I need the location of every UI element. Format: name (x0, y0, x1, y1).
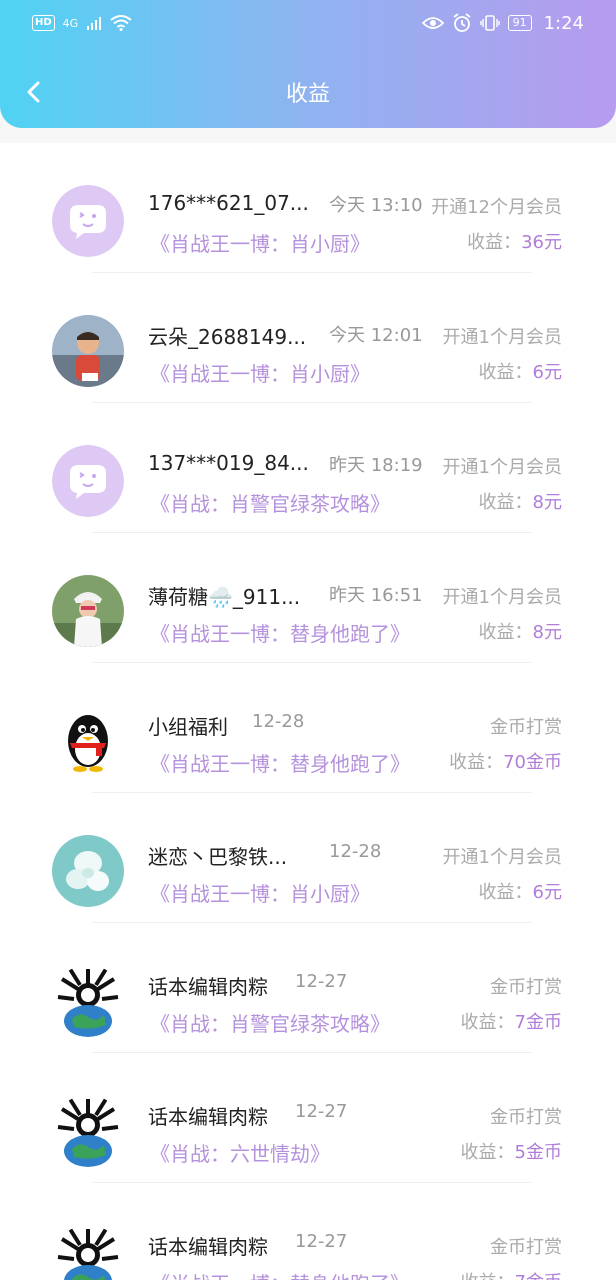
income: 收益：6元 (479, 358, 562, 384)
income-value: 8元 (532, 622, 562, 643)
income-value: 8元 (532, 492, 562, 513)
book-title: 《肖战王一博：替身他跑了》 (150, 622, 410, 646)
user-avatar (52, 315, 124, 387)
book-title: 《肖战王一博：替身他跑了》 (150, 1268, 410, 1280)
header-bar: HD 4G 91 1:24 收益 (0, 0, 616, 128)
book-title: 《肖战王一博：肖小厨》 (150, 232, 370, 256)
income-label: 收益： (478, 622, 533, 643)
income-value: 7金币 (514, 1012, 562, 1033)
user-avatar (52, 575, 124, 647)
income-label: 收益： (478, 492, 533, 513)
chat-bubble-icon (52, 445, 124, 517)
list-item[interactable]: 迷恋丶巴黎铁... 12-28 开通1个月会员 《肖战王一博：肖小厨》 收益：6… (0, 793, 616, 923)
user-name: 云朵_2688149... (148, 325, 307, 349)
nav-bar: 收益 (0, 64, 616, 120)
book-title: 《肖战：肖警官绿茶攻略》 (150, 1012, 390, 1036)
income-value: 5金币 (514, 1142, 562, 1163)
penguin-icon (52, 705, 124, 777)
user-name: 话本编辑肉粽 (148, 1235, 268, 1259)
book-title: 《肖战：肖警官绿茶攻略》 (150, 492, 390, 516)
battery-level: 91 (507, 15, 532, 31)
status-bar: HD 4G 91 1:24 (0, 0, 616, 46)
income-value: 36元 (521, 232, 562, 253)
vibrate-icon (479, 15, 500, 31)
user-name: 176***621_07... (148, 191, 309, 215)
list-item[interactable]: 云朵_2688149... 今天 12:01 开通1个月会员 《肖战王一博：肖小… (0, 273, 616, 403)
user-name: 迷恋丶巴黎铁... (148, 845, 288, 869)
user-avatar (52, 835, 124, 907)
income-label: 收益： (478, 362, 533, 383)
order-type: 开通1个月会员 (442, 587, 562, 608)
globe-icon (52, 1225, 124, 1280)
income-value: 70金币 (503, 752, 562, 773)
order-type: 开通1个月会员 (442, 327, 562, 348)
order-time: 昨天 16:51 (329, 585, 423, 606)
order-time: 12-27 (295, 971, 348, 992)
globe-icon (52, 1095, 124, 1167)
eye-icon (421, 17, 444, 29)
income: 收益：7金币 (461, 1268, 562, 1280)
income-label: 收益： (449, 752, 504, 773)
clock: 1:24 (543, 12, 584, 34)
income: 收益：7金币 (461, 1008, 562, 1034)
signal-bars-icon (87, 17, 102, 30)
list-item[interactable]: 137***019_84... 昨天 18:19 开通1个月会员 《肖战：肖警官… (0, 403, 616, 533)
order-time: 今天 13:10 (329, 195, 423, 216)
income: 收益：36元 (467, 228, 562, 254)
income-label: 收益： (461, 1272, 515, 1280)
earnings-list: 176***621_07... 今天 13:10 开通12个月会员 《肖战王一博… (0, 143, 616, 1280)
book-title: 《肖战王一博：肖小厨》 (150, 882, 370, 906)
book-title: 《肖战：六世情劫》 (150, 1142, 330, 1166)
order-type: 金币打赏 (490, 977, 562, 998)
income: 收益：5金币 (461, 1138, 562, 1164)
wifi-icon (110, 15, 132, 31)
user-name: 137***019_84... (148, 451, 309, 475)
order-type: 开通12个月会员 (431, 197, 562, 218)
order-time: 12-27 (295, 1231, 348, 1252)
income-value: 6元 (532, 362, 562, 383)
alarm-icon (453, 13, 471, 32)
order-time: 12-27 (295, 1101, 348, 1122)
list-item[interactable]: 话本编辑肉粽 12-27 金币打赏 《肖战王一博：替身他跑了》 收益：7金币 (0, 1183, 616, 1280)
income: 收益：8元 (479, 618, 562, 644)
income-value: 7金币 (515, 1272, 562, 1280)
order-time: 12-28 (329, 841, 382, 862)
order-type: 金币打赏 (490, 1237, 562, 1258)
book-title: 《肖战王一博：肖小厨》 (150, 362, 370, 386)
list-item[interactable]: 176***621_07... 今天 13:10 开通12个月会员 《肖战王一博… (0, 143, 616, 273)
income-value: 6元 (532, 882, 562, 903)
income: 收益：6元 (479, 878, 562, 904)
income-label: 收益： (467, 232, 522, 253)
income: 收益：70金币 (449, 748, 562, 774)
list-item[interactable]: 话本编辑肉粽 12-27 金币打赏 《肖战：六世情劫》 收益：5金币 (0, 1053, 616, 1183)
signal-label: 4G (62, 16, 79, 30)
user-name: 薄荷糖🌧️_911... (148, 585, 301, 609)
income-label: 收益： (478, 882, 533, 903)
back-arrow-icon[interactable] (20, 78, 48, 106)
order-time: 昨天 18:19 (329, 455, 423, 476)
chat-bubble-icon (52, 185, 124, 257)
user-name: 话本编辑肉粽 (148, 1105, 268, 1129)
list-item[interactable]: 小组福利 12-28 金币打赏 《肖战王一博：替身他跑了》 收益：70金币 (0, 663, 616, 793)
book-title: 《肖战王一博：替身他跑了》 (150, 752, 410, 776)
order-type: 金币打赏 (490, 1107, 562, 1128)
page-title: 收益 (285, 82, 330, 107)
income: 收益：8元 (479, 488, 562, 514)
list-item[interactable]: 薄荷糖🌧️_911... 昨天 16:51 开通1个月会员 《肖战王一博：替身他… (0, 533, 616, 663)
user-name: 小组福利 (148, 715, 228, 739)
order-type: 开通1个月会员 (442, 847, 562, 868)
order-type: 开通1个月会员 (442, 457, 562, 478)
order-time: 12-28 (252, 711, 305, 732)
income-label: 收益： (460, 1142, 515, 1163)
hd-badge: HD (32, 15, 55, 31)
globe-icon (52, 965, 124, 1037)
order-time: 今天 12:01 (329, 325, 423, 346)
user-name: 话本编辑肉粽 (148, 975, 268, 999)
list-item[interactable]: 话本编辑肉粽 12-27 金币打赏 《肖战：肖警官绿茶攻略》 收益：7金币 (0, 923, 616, 1053)
order-type: 金币打赏 (490, 717, 562, 738)
income-label: 收益： (460, 1012, 515, 1033)
